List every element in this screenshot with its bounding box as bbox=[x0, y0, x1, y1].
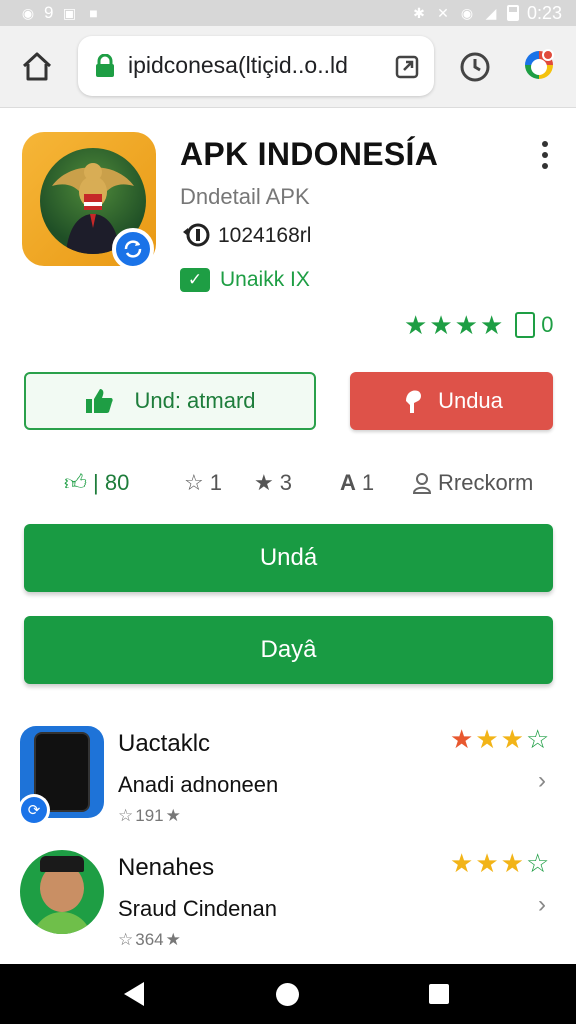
verified-label: Unaikk IX bbox=[220, 268, 310, 291]
address-bar[interactable]: ipidconesa(ltiçid..o..ld bbox=[78, 36, 434, 96]
history-icon[interactable] bbox=[458, 50, 492, 84]
download-red-label: Undua bbox=[438, 388, 503, 413]
browser-toolbar: ipidconesa(ltiçid..o..ld bbox=[0, 26, 576, 108]
bluetooth-icon: ✱ bbox=[413, 5, 425, 21]
star-icon: ★ bbox=[165, 930, 181, 949]
status-left: ◉ 9 ▣ ■ bbox=[20, 3, 101, 23]
stat-recommend: Rreckorm bbox=[412, 470, 533, 496]
thumbs-up-icon bbox=[86, 389, 114, 413]
chevron-right-icon[interactable]: › bbox=[538, 893, 554, 917]
app-subtitle: Dndetail APK bbox=[180, 184, 310, 209]
star-icon: ★ bbox=[165, 806, 181, 825]
star-outline-icon: ☆ bbox=[525, 848, 550, 878]
star-outline-icon: ☆ bbox=[118, 806, 134, 825]
home-icon[interactable] bbox=[20, 50, 54, 84]
list-item-rating: ★ ★ ★ ☆ bbox=[450, 850, 549, 876]
star-icon: ★ bbox=[500, 724, 524, 754]
star-icon: ★ bbox=[475, 724, 499, 754]
status-right: ✱ ✕ ◉ ◢ 0:23 bbox=[411, 3, 562, 24]
list-item[interactable]: Nenahes Sraud Cindenan ☆ 364 ★ ★ ★ ★ ☆ › bbox=[0, 850, 576, 970]
install-outline-button[interactable]: Und: atmard bbox=[24, 372, 316, 430]
list-item-title: Nenahes bbox=[118, 854, 215, 881]
list-item-subtitle: Anadi adnoneen bbox=[118, 772, 279, 797]
list-item-rating: ★ ★ ★ ☆ bbox=[450, 726, 549, 752]
file-icon: ■ bbox=[89, 5, 98, 21]
list-item-meta: ☆ 191 ★ bbox=[118, 806, 181, 826]
list-item-meta-value: 191 bbox=[135, 806, 164, 825]
star-icon: ★ bbox=[500, 848, 524, 878]
list-item-thumbnail bbox=[20, 850, 104, 934]
star-icon: ★ bbox=[454, 310, 478, 340]
stat-stars-value: 3 bbox=[279, 470, 292, 495]
star-icon: ★ bbox=[429, 310, 453, 340]
primary-download-button[interactable]: Undá bbox=[24, 524, 553, 592]
notification-icon: ◉ bbox=[21, 5, 35, 21]
list-item-meta: ☆ 364 ★ bbox=[118, 930, 181, 950]
list-item-subtitle: Sraud Cindenan bbox=[118, 896, 278, 921]
mute-icon: ✕ bbox=[437, 5, 449, 21]
open-in-app-icon[interactable] bbox=[394, 54, 420, 80]
url-text: ipidconesa(ltiçid..o..ld bbox=[128, 52, 348, 78]
star-icon: ★ bbox=[254, 470, 274, 495]
rating-count: 0 bbox=[541, 312, 554, 337]
star-icon: ★ bbox=[450, 848, 474, 878]
stat-likes-value: | 80 bbox=[93, 470, 130, 495]
hand-icon bbox=[406, 390, 422, 413]
star-outline-icon: ☆ bbox=[118, 930, 134, 949]
more-options-icon[interactable] bbox=[532, 138, 558, 172]
font-icon: A bbox=[340, 470, 356, 495]
checkbox-icon[interactable]: ✓ bbox=[180, 268, 210, 292]
list-item-title: Uactaklc bbox=[118, 730, 211, 757]
wifi-icon: ◉ bbox=[460, 5, 474, 21]
stat-badge: ☆ 1 bbox=[184, 470, 222, 496]
list-item[interactable]: ⟳ Uactaklc Anadi adnoneen ☆ 191 ★ ★ ★ ★ … bbox=[0, 726, 576, 846]
star-outline-icon: ☆ bbox=[525, 724, 550, 754]
sync-badge-icon bbox=[112, 228, 154, 270]
system-nav-bar bbox=[0, 964, 576, 1024]
stat-stars: ★ 3 bbox=[254, 470, 292, 496]
profile-avatar-icon[interactable] bbox=[522, 48, 556, 82]
stat-recommend-value: Rreckorm bbox=[438, 470, 534, 495]
star-icon: ★ bbox=[475, 848, 499, 878]
star-icon: ★ bbox=[404, 310, 428, 340]
stat-font: A 1 bbox=[340, 470, 374, 496]
stat-font-value: 1 bbox=[361, 470, 375, 495]
secondary-download-button[interactable]: Dayâ bbox=[24, 616, 553, 684]
sync-badge-icon: ⟳ bbox=[18, 794, 50, 826]
stat-likes: 👍︎ | 80 bbox=[64, 470, 129, 496]
status-time: 0:23 bbox=[526, 2, 562, 23]
app-rating: ★ ★ ★ ★ 0 bbox=[404, 312, 554, 338]
install-outline-label: Und: atmard bbox=[134, 388, 256, 413]
app-title: APK INDONESÍA bbox=[180, 136, 439, 172]
person-icon bbox=[412, 472, 432, 494]
status-bar: ◉ 9 ▣ ■ ✱ ✕ ◉ ◢ 0:23 bbox=[0, 0, 576, 26]
stats-row: 👍︎ | 80 ☆ 1 ★ 3 A 1 Rreckorm bbox=[60, 470, 560, 504]
download-count-icon bbox=[180, 222, 210, 248]
status-left-text: 9 bbox=[44, 3, 54, 22]
battery-icon bbox=[506, 5, 519, 21]
thumbs-up-icon: 👍︎ bbox=[64, 470, 87, 495]
gallery-icon: ▣ bbox=[62, 5, 77, 21]
device-icon bbox=[515, 312, 536, 338]
download-count: 1024168rl bbox=[218, 224, 312, 247]
list-item-meta-value: 364 bbox=[135, 930, 164, 949]
lock-icon bbox=[94, 53, 116, 78]
star-icon: ★ bbox=[450, 724, 474, 754]
chevron-right-icon[interactable]: › bbox=[538, 769, 554, 793]
badge-icon: ☆ bbox=[184, 470, 204, 495]
recents-icon[interactable] bbox=[429, 984, 449, 1004]
download-red-button[interactable]: Undua bbox=[350, 372, 553, 430]
star-icon: ★ bbox=[479, 310, 504, 340]
stat-badge-value: 1 bbox=[209, 470, 222, 495]
back-icon[interactable] bbox=[124, 982, 144, 1006]
home-circle-icon[interactable] bbox=[276, 983, 299, 1006]
signal-icon: ◢ bbox=[485, 5, 497, 21]
